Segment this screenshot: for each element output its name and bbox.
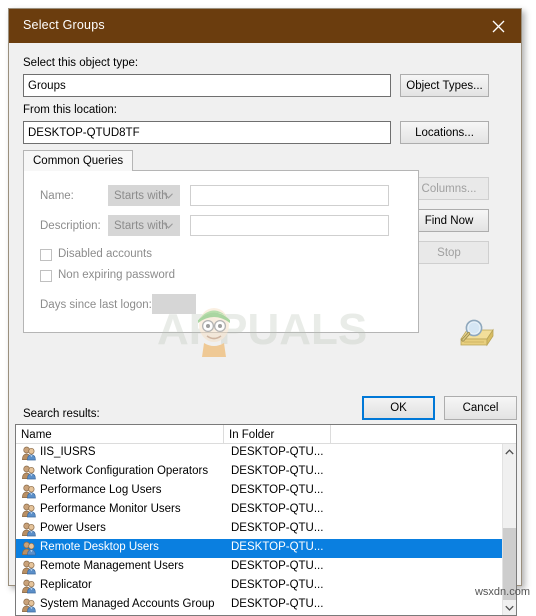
stop-button[interactable]: Stop [409,241,489,264]
days-since-last-logon-label: Days since last logon: [40,299,152,311]
row-name: Remote Management Users [40,560,184,572]
find-now-button[interactable]: Find Now [409,209,489,232]
chevron-down-icon [164,220,173,232]
location-label: From this location: [23,104,117,116]
location-input[interactable]: DESKTOP-QTUD8TF [23,121,391,144]
group-icon [21,465,37,480]
group-icon [21,503,37,518]
group-icon [21,560,37,575]
row-name: Remote Desktop Users [40,541,159,553]
row-in-folder: DESKTOP-QTU... [231,579,324,591]
description-value-input[interactable] [190,215,389,236]
dialog-body: Select this object type: Groups Object T… [9,43,521,616]
chevron-down-icon [164,190,173,202]
name-value-input[interactable] [190,185,389,206]
table-row[interactable]: Remote Management Users DESKTOP-QTU... [16,558,502,577]
group-icon [21,579,37,594]
table-row[interactable]: Replicator DESKTOP-QTU... [16,577,502,596]
row-name: IIS_IUSRS [40,446,96,458]
row-name: Power Users [40,522,106,534]
scroll-up-icon[interactable] [503,444,516,459]
row-name: Performance Log Users [40,484,162,496]
column-header-in-folder[interactable]: In Folder [224,425,331,444]
object-types-button[interactable]: Object Types... [400,74,489,97]
group-icon [21,541,37,556]
wsxdn-watermark: wsxdn.com [474,586,530,598]
description-operator-select[interactable]: Starts with [108,215,180,236]
days-since-last-logon-select[interactable] [152,294,196,314]
row-in-folder: DESKTOP-QTU... [231,560,324,572]
disabled-accounts-label: Disabled accounts [58,248,152,260]
description-operator-value: Starts with [114,219,168,232]
list-rows: IIS_IUSRS DESKTOP-QTU... Network Configura… [16,444,502,615]
title-bar: Select Groups [9,9,521,43]
table-row[interactable]: IIS_IUSRS DESKTOP-QTU... [16,444,502,463]
table-row[interactable]: Power Users DESKTOP-QTU... [16,520,502,539]
column-header-name[interactable]: Name [16,425,224,444]
table-row[interactable]: System Managed Accounts Group DESKTOP-QTU… [16,596,502,615]
locations-button[interactable]: Locations... [400,121,489,144]
common-queries-panel: Name: Starts with Description: Starts wi… [23,170,419,333]
table-row[interactable]: Performance Monitor Users DESKTOP-QTU... [16,501,502,520]
list-header: Name In Folder [16,425,516,444]
scroll-down-icon[interactable] [503,600,516,615]
magnifier-folder-icon [453,315,499,353]
tab-strip: Common Queries [23,150,419,171]
disabled-accounts-checkbox[interactable] [40,249,52,261]
ok-button[interactable]: OK [362,396,435,420]
tab-common-queries[interactable]: Common Queries [23,150,134,171]
table-row[interactable]: Network Configuration Operators DESKTOP-Q… [16,463,502,482]
group-icon [21,446,37,461]
group-icon [21,598,37,613]
table-row[interactable]: Remote Desktop Users DESKTOP-QTU... [16,539,502,558]
search-results-label: Search results: [23,408,100,420]
non-expiring-password-label: Non expiring password [58,269,175,281]
column-header-blank[interactable] [331,425,503,444]
select-groups-dialog: Select Groups Select this object type: G… [8,8,522,616]
row-in-folder: DESKTOP-QTU... [231,446,324,458]
description-label: Description: [40,220,101,232]
row-in-folder: DESKTOP-QTU... [231,503,324,515]
row-in-folder: DESKTOP-QTU... [231,465,324,477]
name-label: Name: [40,190,74,202]
non-expiring-password-checkbox[interactable] [40,270,52,282]
row-in-folder: DESKTOP-QTU... [231,522,324,534]
row-in-folder: DESKTOP-QTU... [231,541,324,553]
group-icon [21,522,37,537]
table-row[interactable]: Performance Log Users DESKTOP-QTU... [16,482,502,501]
object-type-label: Select this object type: [23,57,139,69]
cancel-button[interactable]: Cancel [444,396,517,420]
name-operator-select[interactable]: Starts with [108,185,180,206]
row-name: Performance Monitor Users [40,503,181,515]
columns-button[interactable]: Columns... [409,177,489,200]
object-type-input[interactable]: Groups [23,74,391,97]
window-title: Select Groups [23,18,105,32]
page-background: Select Groups Select this object type: G… [0,0,536,616]
name-operator-value: Starts with [114,189,168,202]
row-name: Network Configuration Operators [40,465,209,477]
search-results-list[interactable]: Name In Folder IIS_IUSRS DESKTOP-QTU... Ne… [15,424,517,616]
group-icon [21,484,37,499]
close-icon[interactable] [475,9,521,43]
row-in-folder: DESKTOP-QTU... [231,484,324,496]
row-name: Replicator [40,579,92,591]
